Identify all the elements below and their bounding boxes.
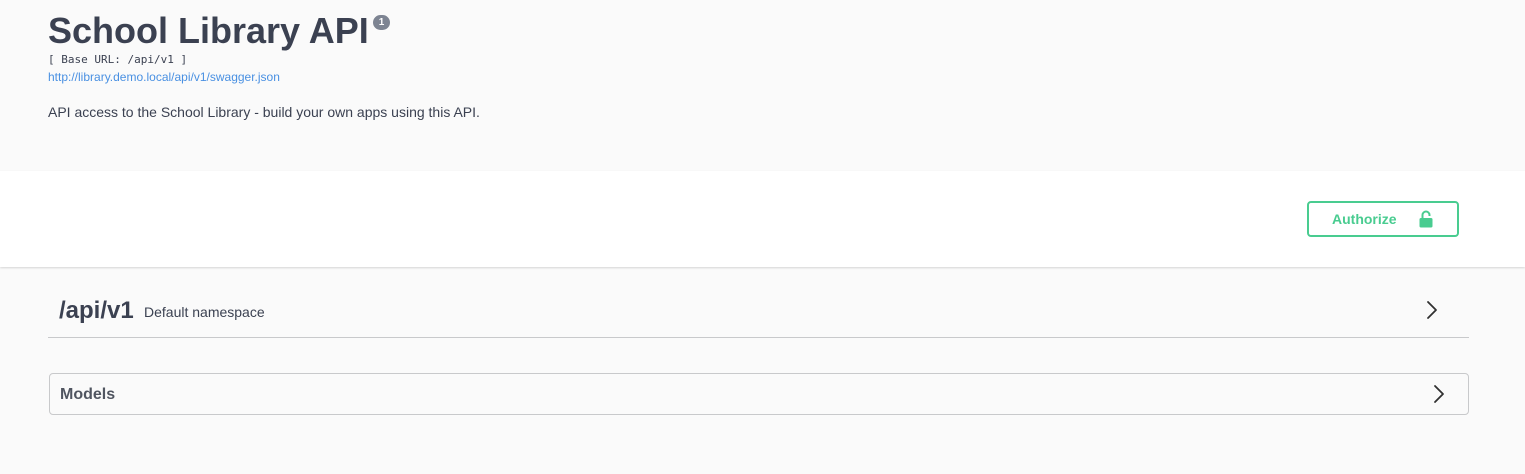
unlock-icon [1419,210,1433,228]
chevron-right-icon[interactable] [1429,384,1449,404]
api-description: API access to the School Library - build… [48,104,480,120]
authorize-button[interactable]: Authorize [1307,201,1459,237]
base-url: [ Base URL: /api/v1 ] [48,53,188,66]
tag-section-api-v1[interactable]: /api/v1 Default namespace [48,283,1469,338]
page-title: School Library API [48,10,369,51]
title-row: School Library API 1 [48,10,391,52]
scheme-container: Authorize [0,171,1525,267]
models-section[interactable]: Models [49,373,1469,415]
authorize-label: Authorize [1332,211,1397,227]
api-info: School Library API 1 [ Base URL: /api/v1… [0,0,1525,171]
tag-description: Default namespace [144,304,265,320]
version-badge: 1 [372,15,391,30]
tag-name: /api/v1 [59,297,134,324]
swagger-json-link[interactable]: http://library.demo.local/api/v1/swagger… [48,70,280,84]
chevron-right-icon[interactable] [1422,300,1442,320]
models-title: Models [60,386,116,403]
